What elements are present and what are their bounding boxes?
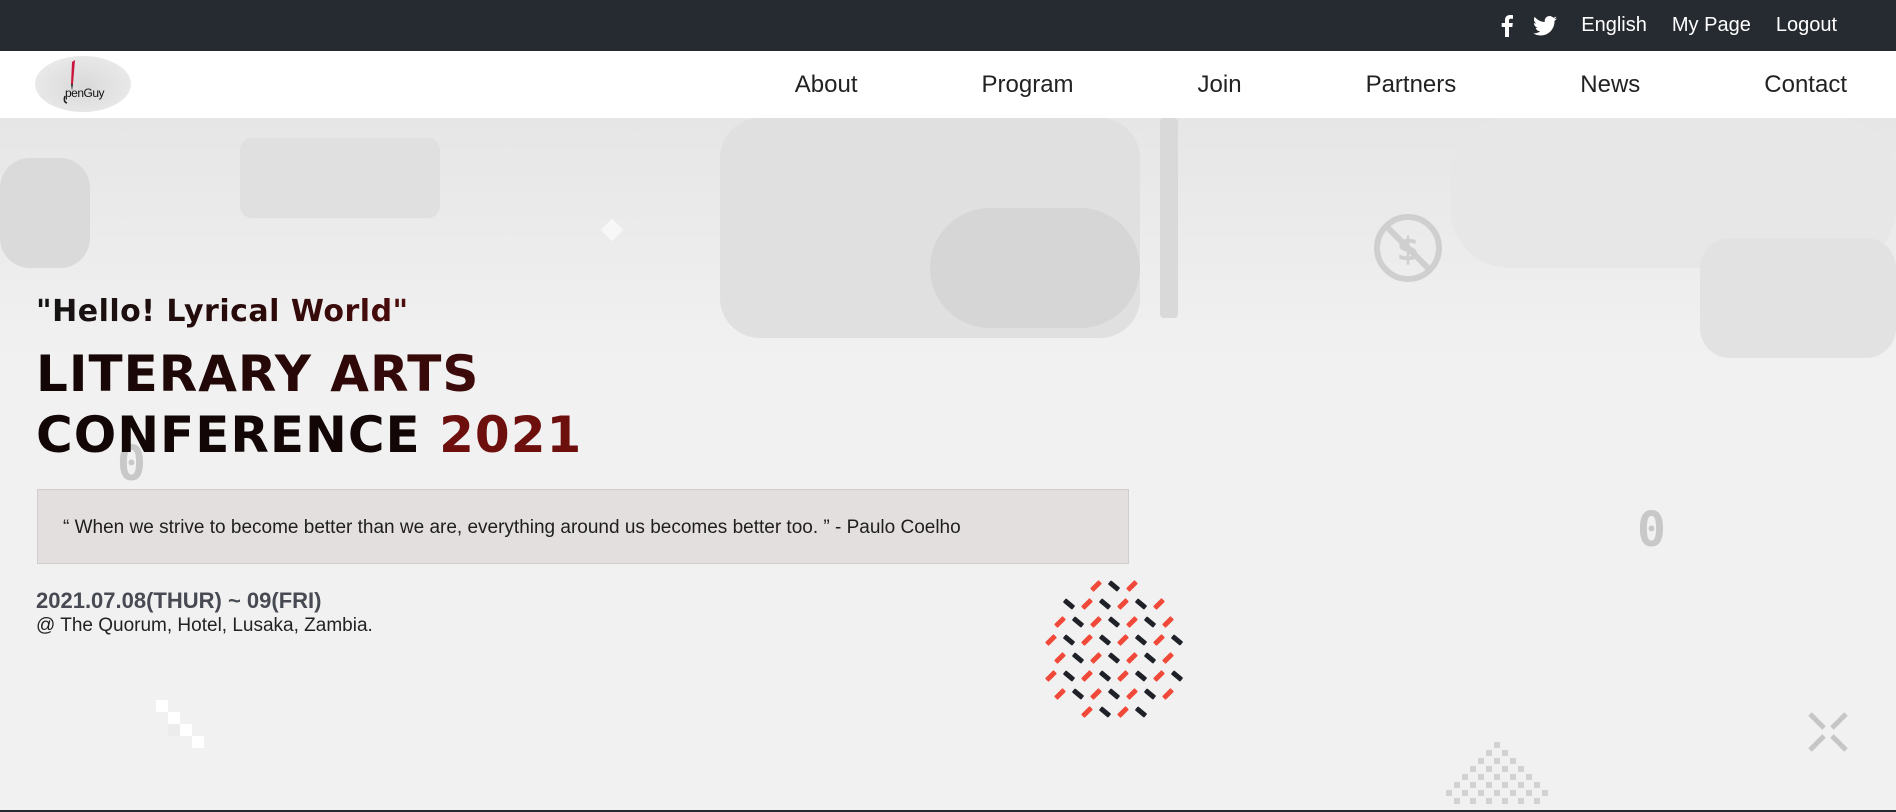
quote-text: “ When we strive to become better than w… (63, 517, 961, 538)
nav-item-program[interactable]: Program (982, 71, 1074, 99)
headline-line-2: CONFERENCE 2021 (36, 405, 582, 466)
svg-text:$: $ (1397, 230, 1419, 268)
sphere-dash (1108, 616, 1120, 628)
event-venue: @ The Quorum, Hotel, Lusaka, Zambia. (36, 615, 373, 636)
nav-item-about[interactable]: About (795, 71, 858, 99)
sphere-dash (1072, 688, 1084, 700)
checker-pattern-icon (1446, 742, 1548, 804)
sphere-dash (1117, 634, 1129, 646)
top-utility-bar: English My Page Logout (0, 0, 1896, 51)
no-dollar-icon: $ (1374, 214, 1442, 282)
sphere-dash (1144, 688, 1156, 700)
diamond-shape-icon (600, 218, 624, 242)
nav-item-news[interactable]: News (1580, 71, 1640, 99)
sphere-dash (1054, 616, 1066, 628)
zero-decoration-right: 0 (1637, 502, 1666, 558)
sphere-dash (1144, 616, 1156, 628)
sphere-dash (1045, 670, 1057, 682)
logout-link[interactable]: Logout (1776, 14, 1837, 37)
sphere-dash (1099, 598, 1111, 610)
sphere-dash (1090, 580, 1102, 592)
twitter-icon[interactable] (1533, 14, 1558, 38)
sphere-dash (1090, 688, 1102, 700)
event-date: 2021.07.08(THUR) ~ 09(FRI) (36, 588, 322, 613)
sphere-dash (1063, 634, 1075, 646)
nav-item-join[interactable]: Join (1198, 71, 1242, 99)
quote-box: “ When we strive to become better than w… (37, 489, 1129, 564)
sphere-dash (1126, 688, 1138, 700)
hero-banner: $ 0 0 "Hello! Lyrical World" LITERARY AR… (0, 118, 1896, 812)
sphere-dash (1135, 634, 1147, 646)
pixel-steps-icon (156, 700, 204, 748)
sphere-dash (1108, 652, 1120, 664)
sphere-dash (1162, 652, 1174, 664)
sphere-dash (1126, 652, 1138, 664)
sphere-dash (1045, 634, 1057, 646)
nav-item-contact[interactable]: Contact (1764, 71, 1847, 99)
sphere-dash (1117, 670, 1129, 682)
sphere-dash (1090, 652, 1102, 664)
dotted-sphere-icon (1045, 580, 1183, 718)
sphere-dash (1135, 598, 1147, 610)
sphere-dash (1117, 706, 1129, 718)
sphere-dash (1054, 688, 1066, 700)
sphere-dash (1171, 634, 1183, 646)
headline-conference: CONFERENCE (36, 406, 440, 464)
hero-subtitle: "Hello! Lyrical World" (36, 294, 409, 329)
sphere-dash (1063, 670, 1075, 682)
sphere-dash (1099, 670, 1111, 682)
sphere-dash (1162, 688, 1174, 700)
facebook-icon[interactable] (1500, 14, 1514, 38)
sphere-dash (1135, 670, 1147, 682)
pen-logo-icon (63, 60, 75, 104)
sphere-dash (1072, 616, 1084, 628)
headline-line-1: LITERARY ARTS (36, 344, 582, 405)
sphere-dash (1099, 706, 1111, 718)
sphere-dash (1153, 670, 1165, 682)
headline-year: 2021 (439, 406, 583, 464)
sphere-dash (1108, 580, 1120, 592)
sphere-dash (1081, 670, 1093, 682)
sphere-dash (1126, 580, 1138, 592)
sphere-dash (1153, 598, 1165, 610)
site-logo[interactable]: penGuy (35, 56, 131, 112)
sphere-dash (1081, 598, 1093, 610)
sphere-dash (1063, 598, 1075, 610)
sphere-dash (1090, 616, 1102, 628)
nav-item-partners[interactable]: Partners (1366, 71, 1457, 99)
logo-text: penGuy (65, 86, 105, 100)
sphere-dash (1171, 670, 1183, 682)
sphere-dash (1099, 634, 1111, 646)
sphere-dash (1117, 598, 1129, 610)
sphere-dash (1144, 652, 1156, 664)
nav-links: About Program Join Partners News Contact (795, 51, 1847, 118)
main-navbar: penGuy About Program Join Partners News … (0, 51, 1896, 118)
sphere-dash (1072, 652, 1084, 664)
language-link[interactable]: English (1581, 14, 1647, 37)
sphere-dash (1135, 706, 1147, 718)
sphere-dash (1108, 688, 1120, 700)
my-page-link[interactable]: My Page (1672, 14, 1751, 37)
sphere-dash (1126, 616, 1138, 628)
sphere-dash (1081, 634, 1093, 646)
sphere-dash (1153, 634, 1165, 646)
sphere-dash (1054, 652, 1066, 664)
sphere-dash (1081, 706, 1093, 718)
topbar-links: English My Page Logout (1500, 0, 1837, 51)
hero-headline: LITERARY ARTS CONFERENCE 2021 (36, 344, 582, 466)
collapse-arrows-icon (1808, 712, 1848, 752)
sphere-dash (1162, 616, 1174, 628)
